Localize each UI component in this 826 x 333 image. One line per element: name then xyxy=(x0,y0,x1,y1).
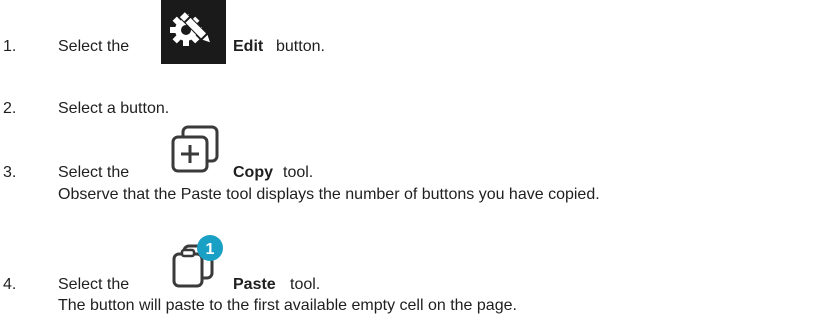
step-3-note: Observe that the Paste tool displays the… xyxy=(58,186,600,203)
step-text-before: Select the xyxy=(58,276,130,293)
copy-plus-icon xyxy=(161,121,228,186)
step-number: 3. xyxy=(3,164,17,181)
count-badge-number: 1 xyxy=(206,241,215,258)
edit-icon xyxy=(161,0,226,64)
step-number: 1. xyxy=(3,38,17,55)
step-text: Select a button. xyxy=(58,100,170,117)
step-text-before: Select the xyxy=(58,164,130,181)
step-3: 3. Select the Copy tool. xyxy=(0,163,826,182)
paste-clipboard-icon: 1 xyxy=(162,232,228,295)
step-number: 2. xyxy=(3,100,17,117)
step-bold-label: Copy xyxy=(233,164,273,181)
step-bold-label: Paste xyxy=(233,276,276,293)
step-text-after: tool. xyxy=(290,276,321,293)
step-4-note: The button will paste to the first avail… xyxy=(58,297,517,314)
step-2: 2. Select a button. xyxy=(0,99,826,118)
step-1: 1. Select the Edit button. xyxy=(0,37,826,56)
step-text-before: Select the xyxy=(58,38,130,55)
step-text-after: tool. xyxy=(283,164,314,181)
step-4: 4. Select the Paste tool. xyxy=(0,275,826,294)
step-number: 4. xyxy=(3,276,17,293)
step-bold-label: Edit xyxy=(233,38,264,55)
step-text-after: button. xyxy=(276,38,325,55)
